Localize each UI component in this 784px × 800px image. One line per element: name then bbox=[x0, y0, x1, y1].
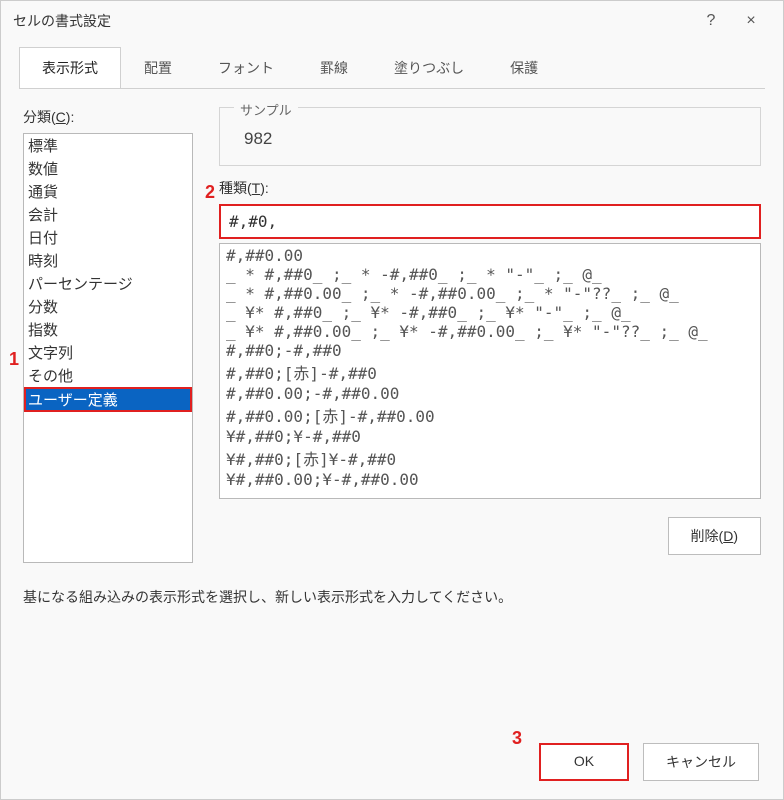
content-area: 1 分類(C): 標準 数値 通貨 会計 日付 時刻 パーセンテージ 分数 指数… bbox=[1, 89, 783, 725]
annotation-3: 3 bbox=[512, 728, 522, 749]
annotation-2: 2 bbox=[205, 182, 215, 203]
tab-border[interactable]: 罫線 bbox=[297, 47, 371, 89]
category-item-fraction[interactable]: 分数 bbox=[24, 295, 192, 318]
category-item-accounting[interactable]: 会計 bbox=[24, 203, 192, 226]
category-item-custom[interactable]: ユーザー定義 bbox=[24, 387, 192, 412]
category-item-scientific[interactable]: 指数 bbox=[24, 318, 192, 341]
type-option[interactable]: _ * #,##0_ ;_ * -#,##0_ ;_ * "-"_ ;_ @_ bbox=[226, 265, 754, 284]
type-option[interactable]: ¥#,##0;[赤]¥-#,##0 bbox=[226, 446, 754, 470]
type-option[interactable]: #,##0.00;[赤]-#,##0.00 bbox=[226, 403, 754, 427]
type-option[interactable]: #,##0.00 bbox=[226, 246, 754, 265]
type-listbox[interactable]: #,##0.00 _ * #,##0_ ;_ * -#,##0_ ;_ * "-… bbox=[219, 243, 761, 499]
type-option[interactable]: _ * #,##0.00_ ;_ * -#,##0.00_ ;_ * "-"??… bbox=[226, 284, 754, 303]
type-option[interactable]: ¥#,##0.00;¥-#,##0.00 bbox=[226, 470, 754, 489]
type-label: 種類(T): bbox=[219, 178, 761, 198]
category-item-special[interactable]: その他 bbox=[24, 364, 192, 387]
category-item-percentage[interactable]: パーセンテージ bbox=[24, 272, 192, 295]
cancel-button[interactable]: キャンセル bbox=[643, 743, 759, 781]
tab-number-format[interactable]: 表示形式 bbox=[19, 47, 121, 89]
tab-strip: 表示形式 配置 フォント 罫線 塗りつぶし 保護 bbox=[1, 41, 783, 89]
category-listbox[interactable]: 標準 数値 通貨 会計 日付 時刻 パーセンテージ 分数 指数 文字列 その他 … bbox=[23, 133, 193, 563]
details-column: 2 サンプル 982 種類(T): #,##0.00 _ * #,##0_ ;_… bbox=[219, 107, 761, 563]
category-column: 1 分類(C): 標準 数値 通貨 会計 日付 時刻 パーセンテージ 分数 指数… bbox=[23, 107, 201, 563]
category-item-time[interactable]: 時刻 bbox=[24, 249, 192, 272]
type-option[interactable]: _ ¥* #,##0_ ;_ ¥* -#,##0_ ;_ ¥* "-"_ ;_ … bbox=[226, 303, 754, 322]
category-item-number[interactable]: 数値 bbox=[24, 157, 192, 180]
close-button[interactable]: × bbox=[731, 5, 771, 37]
category-item-date[interactable]: 日付 bbox=[24, 226, 192, 249]
sample-legend: サンプル bbox=[234, 100, 298, 119]
dialog-title: セルの書式設定 bbox=[13, 11, 691, 31]
type-option[interactable]: _ ¥* #,##0.00_ ;_ ¥* -#,##0.00_ ;_ ¥* "-… bbox=[226, 322, 754, 341]
dialog-footer: OK キャンセル bbox=[1, 725, 783, 799]
format-cells-dialog: セルの書式設定 ? × 表示形式 配置 フォント 罫線 塗りつぶし 保護 1 分… bbox=[0, 0, 784, 800]
tab-protection[interactable]: 保護 bbox=[487, 47, 561, 89]
type-option[interactable]: ¥#,##0;¥-#,##0 bbox=[226, 427, 754, 446]
sample-value: 982 bbox=[244, 129, 746, 149]
sample-fieldset: サンプル 982 bbox=[219, 107, 761, 166]
type-option[interactable]: #,##0;-#,##0 bbox=[226, 341, 754, 360]
tab-font[interactable]: フォント bbox=[195, 47, 297, 89]
type-option[interactable]: #,##0.00;-#,##0.00 bbox=[226, 384, 754, 403]
annotation-1: 1 bbox=[9, 349, 19, 370]
category-label: 分類(C): bbox=[23, 107, 201, 127]
ok-button[interactable]: OK bbox=[539, 743, 629, 781]
type-option[interactable]: #,##0;[赤]-#,##0 bbox=[226, 360, 754, 384]
type-input[interactable] bbox=[219, 204, 761, 239]
delete-button[interactable]: 削除(D) bbox=[668, 517, 761, 555]
help-button[interactable]: ? bbox=[691, 5, 731, 37]
titlebar: セルの書式設定 ? × bbox=[1, 1, 783, 41]
hint-text: 基になる組み込みの表示形式を選択し、新しい表示形式を入力してください。 bbox=[23, 587, 761, 607]
category-item-standard[interactable]: 標準 bbox=[24, 134, 192, 157]
category-item-currency[interactable]: 通貨 bbox=[24, 180, 192, 203]
tab-alignment[interactable]: 配置 bbox=[121, 47, 195, 89]
tab-fill[interactable]: 塗りつぶし bbox=[371, 47, 487, 89]
category-item-text[interactable]: 文字列 bbox=[24, 341, 192, 364]
